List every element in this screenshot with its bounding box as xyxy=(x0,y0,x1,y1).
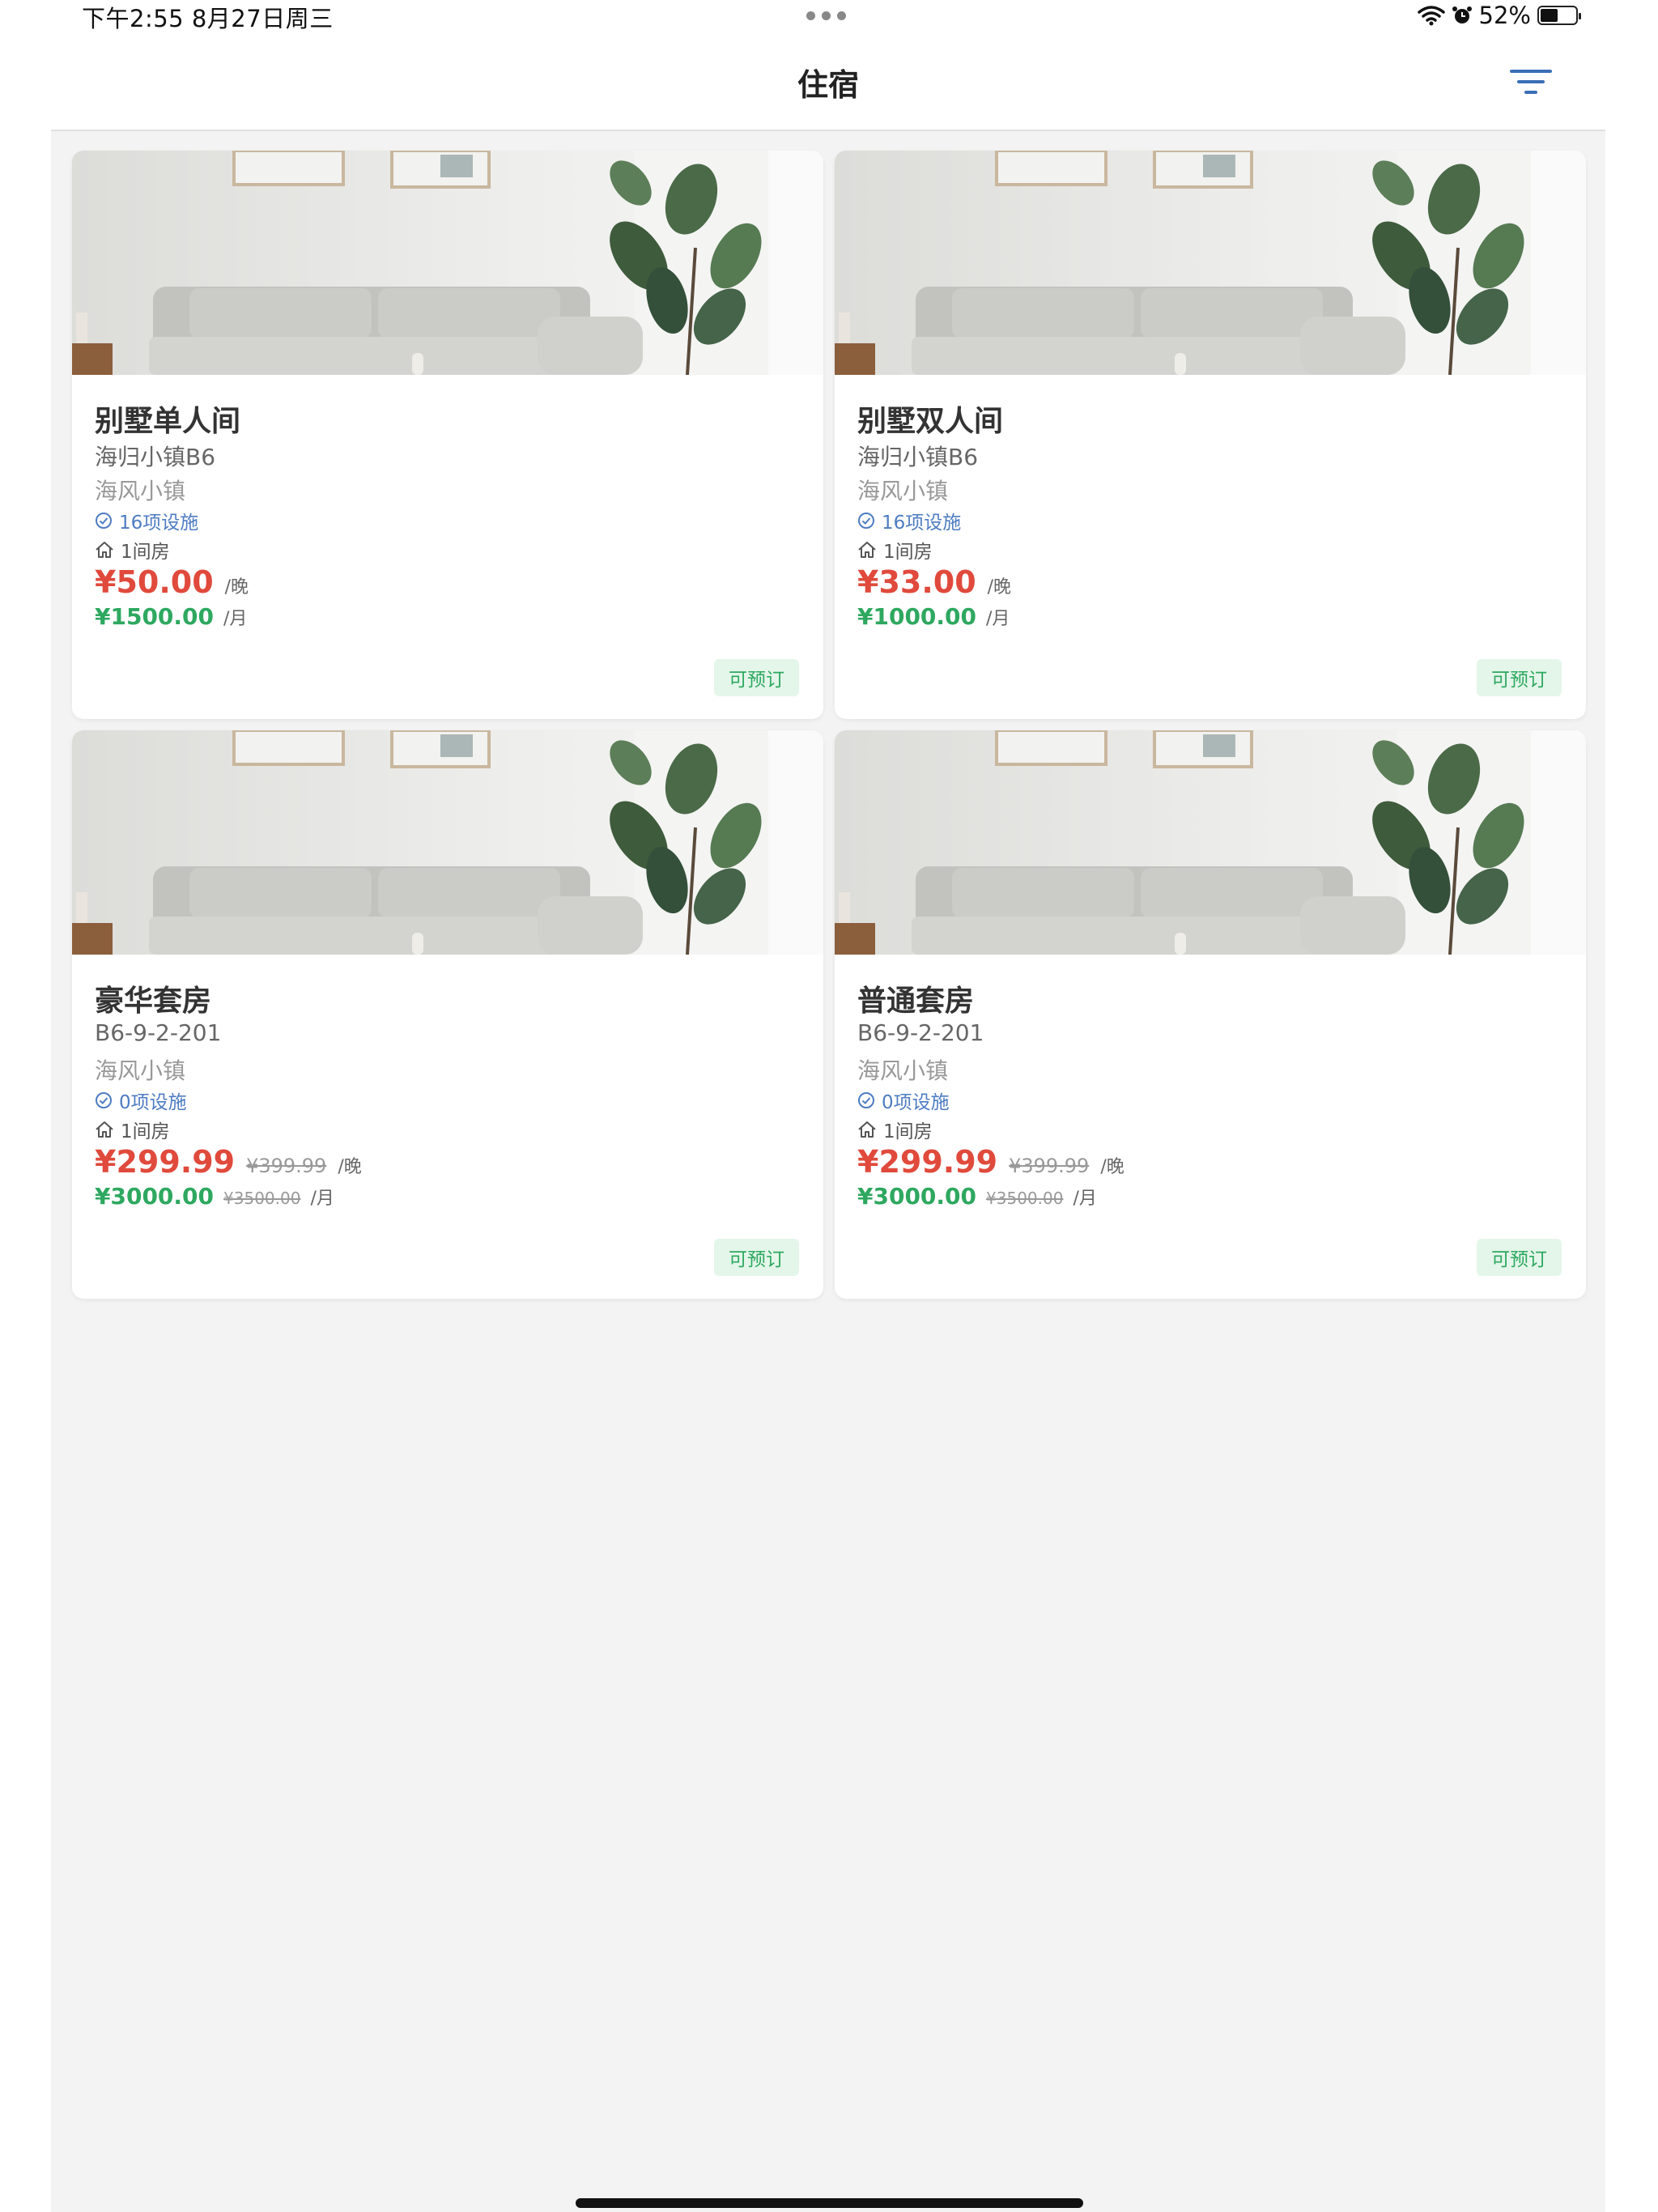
facilities-link[interactable]: 16项设施 xyxy=(95,507,198,534)
check-circle-icon xyxy=(858,513,874,529)
facilities-count: 0项设施 xyxy=(119,1092,187,1113)
room-info: 豪华套房 B6-9-2-201 海风小镇 0项设施 1间房 ¥299.99 ¥3… xyxy=(95,955,801,1299)
month-price-unit: /月 xyxy=(223,609,248,629)
month-price: ¥3000.00 ¥3500.00 /月 xyxy=(857,1183,1097,1210)
status-indicators: 52% xyxy=(1417,0,1581,31)
room-address: B6-9-2-201 xyxy=(857,1019,984,1046)
month-price: ¥3000.00 ¥3500.00 /月 xyxy=(95,1183,334,1210)
status-time: 下午2:55 8月27日周三 xyxy=(82,5,334,32)
night-price-value: ¥33.00 xyxy=(857,564,976,600)
check-circle-icon xyxy=(96,513,112,529)
night-price: ¥299.99 ¥399.99 /晚 xyxy=(857,1144,1124,1180)
room-name: 普通套房 xyxy=(857,985,975,1018)
month-price-unit: /月 xyxy=(986,609,1010,629)
night-price-value: ¥299.99 xyxy=(857,1144,998,1180)
month-price-unit: /月 xyxy=(1073,1189,1097,1209)
home-indicator[interactable] xyxy=(576,2198,1083,2208)
room-count-label: 1间房 xyxy=(883,542,933,563)
filter-icon[interactable] xyxy=(1508,65,1554,100)
room-grid: 别墅单人间 海归小镇B6 海风小镇 16项设施 1间房 ¥50.00 /晚 ¥1… xyxy=(72,151,1586,1299)
battery-percent: 52% xyxy=(1478,2,1531,29)
month-price-value: ¥3000.00 xyxy=(95,1183,215,1210)
room-info: 别墅双人间 海归小镇B6 海风小镇 16项设施 1间房 ¥33.00 /晚 ¥1… xyxy=(857,375,1563,719)
night-price: ¥33.00 /晚 xyxy=(857,564,1011,600)
facilities-link[interactable]: 0项设施 xyxy=(95,1087,187,1114)
facilities-count: 16项设施 xyxy=(119,513,199,534)
night-price: ¥299.99 ¥399.99 /晚 xyxy=(95,1144,362,1180)
month-price-value: ¥1000.00 xyxy=(857,603,977,630)
room-address: 海归小镇B6 xyxy=(857,444,979,470)
page-title: 住宿 xyxy=(797,67,859,103)
room-count: 1间房 xyxy=(857,536,933,564)
night-price-unit: /晚 xyxy=(224,577,249,598)
month-price-original: ¥3500.00 xyxy=(223,1189,301,1208)
room-photo xyxy=(72,730,823,955)
month-price-value: ¥3000.00 xyxy=(857,1183,977,1210)
night-price-unit: /晚 xyxy=(338,1157,362,1177)
facilities-count: 0项设施 xyxy=(882,1092,950,1113)
month-price: ¥1000.00 /月 xyxy=(857,603,1010,630)
night-price-value: ¥299.99 xyxy=(95,1144,236,1180)
room-count-label: 1间房 xyxy=(883,1121,933,1142)
status-badge: 可预订 xyxy=(1477,1239,1562,1276)
room-card[interactable]: 别墅双人间 海归小镇B6 海风小镇 16项设施 1间房 ¥33.00 /晚 ¥1… xyxy=(835,151,1586,719)
night-price: ¥50.00 /晚 xyxy=(95,564,249,600)
room-count: 1间房 xyxy=(857,1116,933,1143)
month-price: ¥1500.00 /月 xyxy=(95,603,247,630)
nav-header: 住宿 xyxy=(51,40,1605,131)
facilities-count: 16项设施 xyxy=(882,513,962,534)
room-name: 别墅单人间 xyxy=(95,405,241,438)
room-address: 海归小镇B6 xyxy=(95,444,216,470)
night-price-original: ¥399.99 xyxy=(246,1155,327,1177)
facilities-link[interactable]: 16项设施 xyxy=(857,507,961,534)
status-bar: 下午2:55 8月27日周三 52% xyxy=(0,0,1658,40)
night-price-value: ¥50.00 xyxy=(95,564,214,600)
room-info: 普通套房 B6-9-2-201 海风小镇 0项设施 1间房 ¥299.99 ¥3… xyxy=(857,955,1563,1299)
alarm-icon xyxy=(1452,6,1472,23)
status-badge: 可预订 xyxy=(1477,659,1562,696)
battery-icon xyxy=(1537,6,1581,25)
house-icon xyxy=(858,1121,876,1138)
house-icon xyxy=(96,1121,113,1138)
room-count: 1间房 xyxy=(95,536,170,564)
room-name: 豪华套房 xyxy=(95,985,212,1018)
month-price-unit: /月 xyxy=(310,1189,334,1209)
house-icon xyxy=(858,542,876,558)
night-price-unit: /晚 xyxy=(987,577,1012,598)
room-community: 海风小镇 xyxy=(95,1057,186,1084)
room-card[interactable]: 别墅单人间 海归小镇B6 海风小镇 16项设施 1间房 ¥50.00 /晚 ¥1… xyxy=(72,151,823,719)
month-price-value: ¥1500.00 xyxy=(95,603,215,630)
room-count-label: 1间房 xyxy=(121,1121,170,1142)
more-dots-icon[interactable] xyxy=(806,11,846,20)
room-list: 别墅单人间 海归小镇B6 海风小镇 16项设施 1间房 ¥50.00 /晚 ¥1… xyxy=(51,131,1605,2212)
room-community: 海风小镇 xyxy=(95,478,186,504)
wifi-icon xyxy=(1417,6,1445,26)
night-price-unit: /晚 xyxy=(1100,1157,1124,1177)
room-photo xyxy=(835,151,1586,375)
room-address: B6-9-2-201 xyxy=(95,1019,222,1046)
month-price-original: ¥3500.00 xyxy=(986,1189,1064,1208)
room-community: 海风小镇 xyxy=(857,1057,949,1084)
room-name: 别墅双人间 xyxy=(857,405,1004,438)
night-price-original: ¥399.99 xyxy=(1009,1155,1090,1177)
status-badge: 可预订 xyxy=(714,659,799,696)
room-photo xyxy=(72,151,823,375)
check-circle-icon xyxy=(858,1092,874,1108)
facilities-link[interactable]: 0项设施 xyxy=(857,1087,950,1114)
check-circle-icon xyxy=(96,1092,112,1108)
room-info: 别墅单人间 海归小镇B6 海风小镇 16项设施 1间房 ¥50.00 /晚 ¥1… xyxy=(95,375,801,719)
room-card[interactable]: 豪华套房 B6-9-2-201 海风小镇 0项设施 1间房 ¥299.99 ¥3… xyxy=(72,730,823,1299)
room-photo xyxy=(835,730,1586,955)
room-community: 海风小镇 xyxy=(857,478,949,504)
room-card[interactable]: 普通套房 B6-9-2-201 海风小镇 0项设施 1间房 ¥299.99 ¥3… xyxy=(835,730,1586,1299)
status-badge: 可预订 xyxy=(714,1239,799,1276)
room-count-label: 1间房 xyxy=(121,542,170,563)
room-count: 1间房 xyxy=(95,1116,170,1143)
house-icon xyxy=(96,542,113,558)
